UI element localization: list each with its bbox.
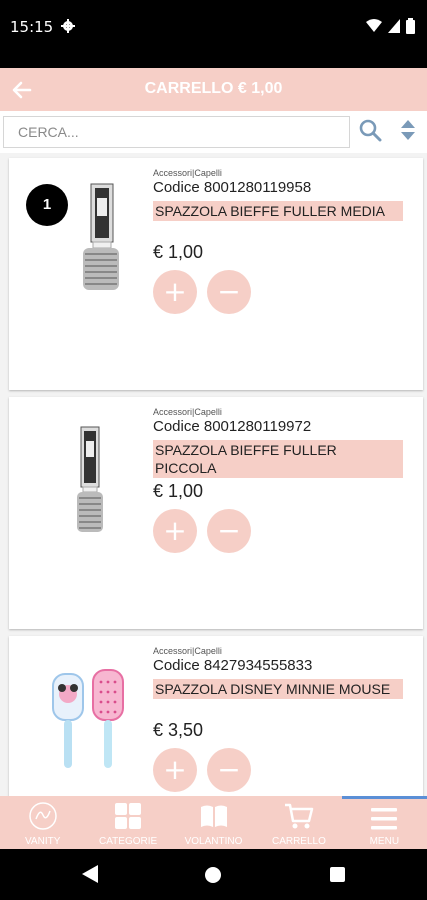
product-code: Codice 8001280119972	[153, 418, 312, 435]
product-card: Accessori|Capelli Codice 8001280119972 S…	[9, 397, 423, 629]
product-image-brush[interactable]	[39, 415, 149, 545]
system-home-icon[interactable]	[205, 867, 221, 883]
nav-label: MENU	[369, 836, 400, 847]
search-icon[interactable]	[358, 118, 382, 142]
system-icons	[366, 18, 415, 34]
book-icon	[200, 805, 227, 827]
product-category: Accessori|Capelli	[153, 407, 222, 417]
product-category: Accessori|Capelli	[153, 646, 222, 656]
hamburger-icon	[371, 808, 398, 830]
app-header: CARRELLO € 1,00	[0, 68, 427, 111]
add-quantity-button[interactable]: +	[153, 748, 197, 792]
product-name[interactable]: SPAZZOLA BIEFFE FULLER PICCOLA	[153, 440, 403, 478]
nav-label: VANITY	[25, 836, 61, 847]
wifi-icon	[366, 19, 382, 32]
system-nav-bar	[0, 849, 427, 900]
nav-label: CARRELLO	[271, 836, 326, 847]
quantity-badge: 1	[26, 184, 68, 226]
product-name[interactable]: SPAZZOLA DISNEY MINNIE MOUSE	[153, 679, 403, 699]
nav-item-menu[interactable]: MENU	[341, 796, 427, 849]
product-price: € 1,00	[153, 242, 204, 262]
grid-icon	[115, 803, 142, 829]
status-bar: 15:15	[0, 0, 427, 56]
product-price: € 3,50	[153, 720, 204, 740]
sort-icon[interactable]	[398, 119, 418, 141]
add-quantity-button[interactable]: +	[153, 509, 197, 553]
system-back-icon[interactable]	[82, 865, 98, 883]
gear-icon	[61, 19, 75, 33]
vanity-logo-icon	[28, 802, 57, 830]
cart-icon	[284, 803, 314, 829]
nav-item-carrello[interactable]: CARRELLO	[256, 796, 341, 849]
product-code: Codice 8001280119958	[153, 179, 312, 196]
product-code: Codice 8427934555833	[153, 657, 313, 674]
add-quantity-button[interactable]: +	[153, 270, 197, 314]
battery-icon	[406, 18, 415, 34]
product-price: € 1,00	[153, 481, 204, 501]
remove-quantity-button[interactable]: −	[207, 509, 251, 553]
product-name[interactable]: SPAZZOLA BIEFFE FULLER MEDIA	[153, 201, 403, 221]
product-card: 1 Accessori|Capelli Codice 8001280119958…	[9, 158, 423, 390]
product-image-minnie-brushes[interactable]	[39, 654, 149, 784]
product-category: Accessori|Capelli	[153, 168, 222, 178]
status-gap	[0, 56, 427, 68]
search-input[interactable]	[3, 116, 350, 148]
remove-quantity-button[interactable]: −	[207, 748, 251, 792]
nav-label: CATEGORIE	[99, 836, 158, 847]
nav-label: VOLANTINO	[184, 836, 243, 847]
nav-item-categorie[interactable]: CATEGORIE	[85, 796, 170, 849]
product-list: 1 Accessori|Capelli Codice 8001280119958…	[0, 153, 427, 796]
status-time: 15:15	[10, 18, 54, 36]
signal-icon	[388, 19, 400, 33]
page-title: CARRELLO € 1,00	[144, 80, 283, 97]
system-recents-icon[interactable]	[330, 867, 345, 882]
nav-item-volantino[interactable]: VOLANTINO	[171, 796, 256, 849]
nav-item-vanity[interactable]: VANITY	[0, 796, 85, 849]
product-card: Accessori|Capelli Codice 8427934555833 S…	[9, 636, 423, 796]
remove-quantity-button[interactable]: −	[207, 270, 251, 314]
bottom-nav: VANITY CATEGORIE VOLANTINO CARRELLO MENU	[0, 796, 427, 849]
